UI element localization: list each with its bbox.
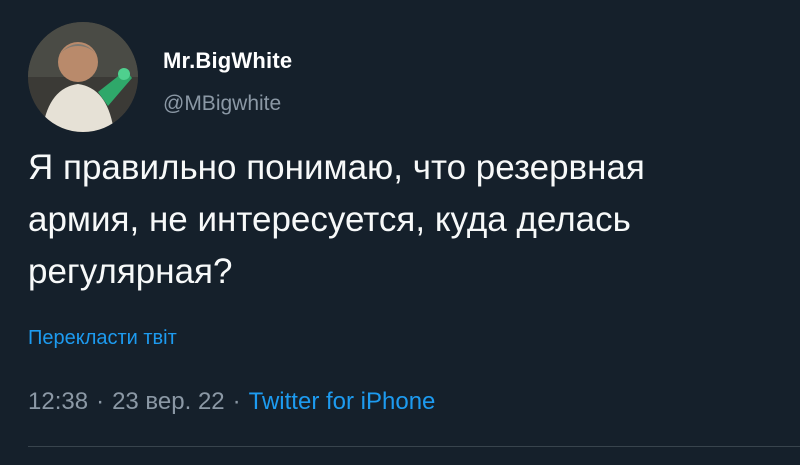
- tweet-source-link[interactable]: Twitter for iPhone: [249, 388, 436, 415]
- tweet-text: Я правильно понимаю, что резервная армия…: [28, 142, 798, 298]
- tweet-date[interactable]: 23 вер. 22: [112, 388, 225, 415]
- author-avatar[interactable]: [28, 22, 138, 132]
- author-display-name[interactable]: Mr.BigWhite: [163, 48, 292, 74]
- avatar-photo-icon: [28, 22, 138, 132]
- author-handle[interactable]: @MBigwhite: [163, 92, 281, 116]
- divider: [28, 446, 800, 447]
- tweet-metadata: 12:38 · 23 вер. 22 · Twitter for iPhone: [28, 388, 435, 416]
- tweet-card: Mr.BigWhite @MBigwhite Я правильно поним…: [0, 0, 800, 465]
- tweet-text-line: регулярная?: [28, 252, 233, 291]
- tweet-time[interactable]: 12:38: [28, 388, 88, 415]
- separator-dot: ·: [232, 388, 241, 415]
- translate-tweet-link[interactable]: Перекласти твіт: [28, 327, 177, 350]
- tweet-text-line: армия, не интересуется, куда делась: [28, 200, 631, 239]
- tweet-text-line: Я правильно понимаю, что резервная: [28, 148, 645, 187]
- separator-dot: ·: [96, 388, 105, 415]
